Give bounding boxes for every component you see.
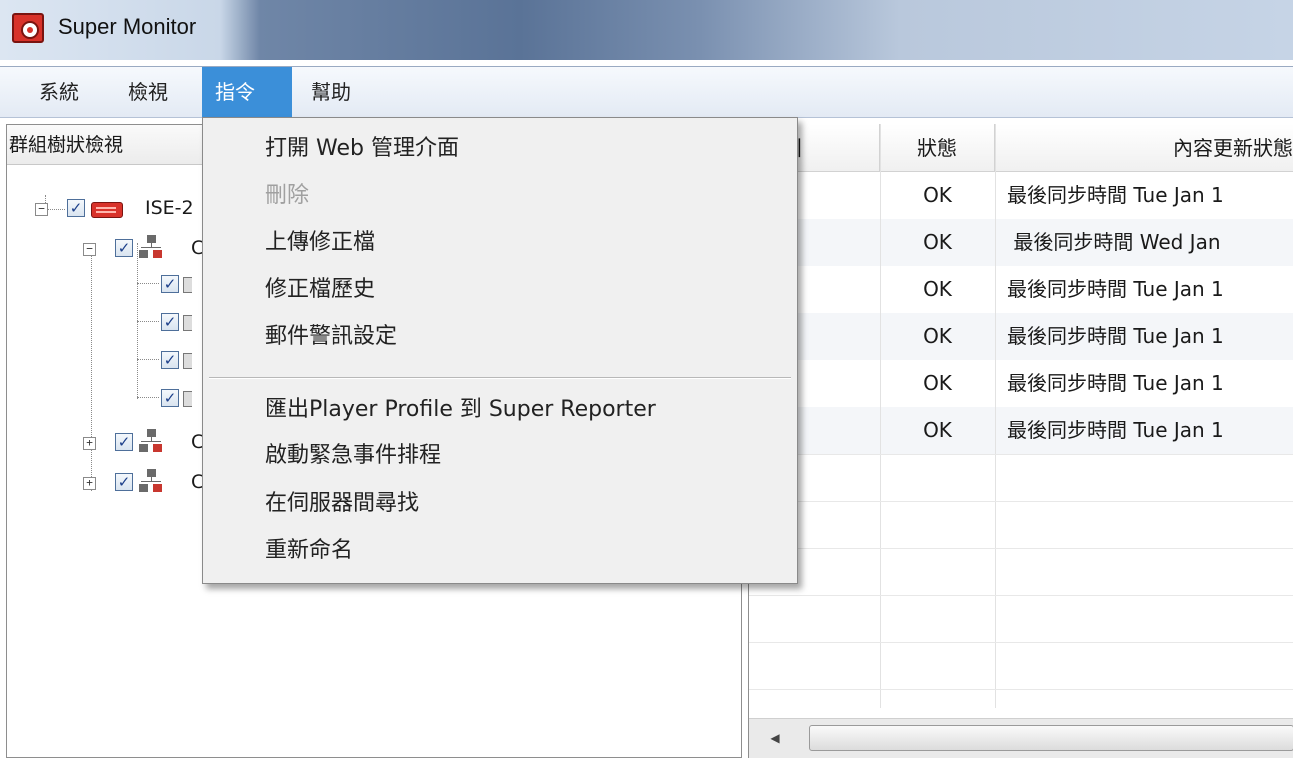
table-row[interactable]: 4 OK 最後同步時間 Tue Jan 1 [749, 313, 1293, 360]
tree-line [91, 243, 92, 491]
row-status: OK [923, 418, 952, 442]
tree-checkbox-player-2[interactable]: ✓ [161, 313, 179, 331]
horizontal-scrollbar[interactable]: ◀ [749, 718, 1293, 758]
title-bar[interactable]: Super Monitor [0, 0, 1293, 60]
tree-line [137, 359, 159, 360]
menu-item-open-web-admin[interactable]: 打開 Web 管理介面 [265, 129, 459, 169]
scroll-left-arrow-icon[interactable]: ◀ [757, 725, 793, 751]
menu-item-export-player-profile[interactable]: 匯出Player Profile 到 Super Reporter [265, 390, 656, 430]
menu-command[interactable]: 指令 [202, 67, 292, 118]
collapse-icon[interactable]: − [35, 203, 48, 216]
grid-line [749, 689, 1293, 690]
row-update-status: 最後同步時間 Tue Jan 1 [1007, 418, 1224, 442]
table-row[interactable]: 2 OK 最後同步時間 Wed Jan [749, 219, 1293, 266]
server-icon [91, 202, 123, 218]
table-row[interactable]: 6 OK 最後同步時間 Tue Jan 1 [749, 407, 1293, 454]
window-title: Super Monitor [58, 14, 197, 39]
collapse-icon[interactable]: − [83, 243, 96, 256]
menu-help[interactable]: 幫助 [298, 67, 364, 118]
tree-checkbox-root[interactable]: ✓ [67, 199, 85, 217]
menu-item-delete: 刪除 [265, 183, 310, 208]
row-update-status: 最後同步時間 Tue Jan 1 [1007, 371, 1224, 395]
menu-view[interactable]: 檢視 [115, 67, 181, 118]
command-dropdown-menu: 打開 Web 管理介面 刪除 上傳修正檔 修正檔歷史 郵件警訊設定 匯出Play… [202, 117, 798, 584]
player-icon [183, 353, 192, 369]
tree-checkbox-player-4[interactable]: ✓ [161, 389, 179, 407]
table-row[interactable]: 3 OK 最後同步時間 Tue Jan 1 [749, 266, 1293, 313]
grid-line [749, 595, 1293, 596]
tree-checkbox-group-1[interactable]: ✓ [115, 239, 133, 257]
grid-line [749, 642, 1293, 643]
row-status: OK [923, 277, 952, 301]
tree-node-root-label[interactable]: ISE-2 [145, 196, 194, 220]
row-status: OK [923, 230, 952, 254]
tree-checkbox-group-2[interactable]: ✓ [115, 433, 133, 451]
row-status: OK [923, 183, 952, 207]
menu-system[interactable]: 系統 [26, 67, 92, 118]
grid-line [880, 124, 881, 708]
row-status: OK [923, 371, 952, 395]
player-icon [183, 391, 192, 407]
grid-line [995, 124, 996, 708]
menu-item-patch-history[interactable]: 修正檔歷史 [265, 270, 375, 310]
menu-item-mail-alert-settings[interactable]: 郵件警訊設定 [265, 317, 397, 357]
row-update-status: 最後同步時間 Tue Jan 1 [1007, 277, 1224, 301]
menu-bar: 系統 檢視 指令 幫助 [0, 66, 1293, 118]
row-update-status: 最後同步時間 Wed Jan [1007, 230, 1221, 254]
tree-line [137, 283, 159, 284]
tree-line [137, 397, 159, 398]
row-update-status: 最後同步時間 Tue Jan 1 [1007, 183, 1224, 207]
grid-line [749, 501, 1293, 502]
menu-item-upload-patch[interactable]: 上傳修正檔 [265, 223, 375, 263]
tree-line [137, 321, 159, 322]
menu-separator [209, 377, 791, 379]
tree-checkbox-player-1[interactable]: ✓ [161, 275, 179, 293]
expand-icon[interactable]: + [83, 477, 96, 490]
network-group-icon [139, 235, 163, 259]
tree-line [45, 209, 65, 210]
menu-item-find-across-servers[interactable]: 在伺服器間尋找 [265, 484, 419, 524]
app-eye-icon[interactable] [12, 13, 44, 43]
menu-item-start-emergency-schedule[interactable]: 啟動緊急事件排程 [265, 436, 441, 476]
grid-line [749, 548, 1293, 549]
column-header-content-update[interactable]: 內容更新狀態 [995, 124, 1293, 172]
tree-checkbox-player-3[interactable]: ✓ [161, 351, 179, 369]
row-update-status: 最後同步時間 Tue Jan 1 [1007, 324, 1224, 348]
tree-checkbox-group-3[interactable]: ✓ [115, 473, 133, 491]
expand-icon[interactable]: + [83, 437, 96, 450]
player-icon [183, 315, 192, 331]
player-icon [183, 277, 192, 293]
menu-item-rename[interactable]: 重新命名 [265, 531, 353, 571]
row-status: OK [923, 324, 952, 348]
network-group-icon [139, 429, 163, 453]
network-group-icon [139, 469, 163, 493]
scrollbar-thumb[interactable] [809, 725, 1293, 751]
table-row[interactable]: 5 OK 最後同步時間 Tue Jan 1 [749, 360, 1293, 407]
player-table: 索引 狀態 內容更新狀態 1 OK 最後同步時間 Tue Jan 1 2 OK … [748, 124, 1293, 758]
column-header-status[interactable]: 狀態 [880, 124, 995, 172]
table-row[interactable]: 1 OK 最後同步時間 Tue Jan 1 [749, 172, 1293, 219]
grid-line [749, 454, 1293, 455]
